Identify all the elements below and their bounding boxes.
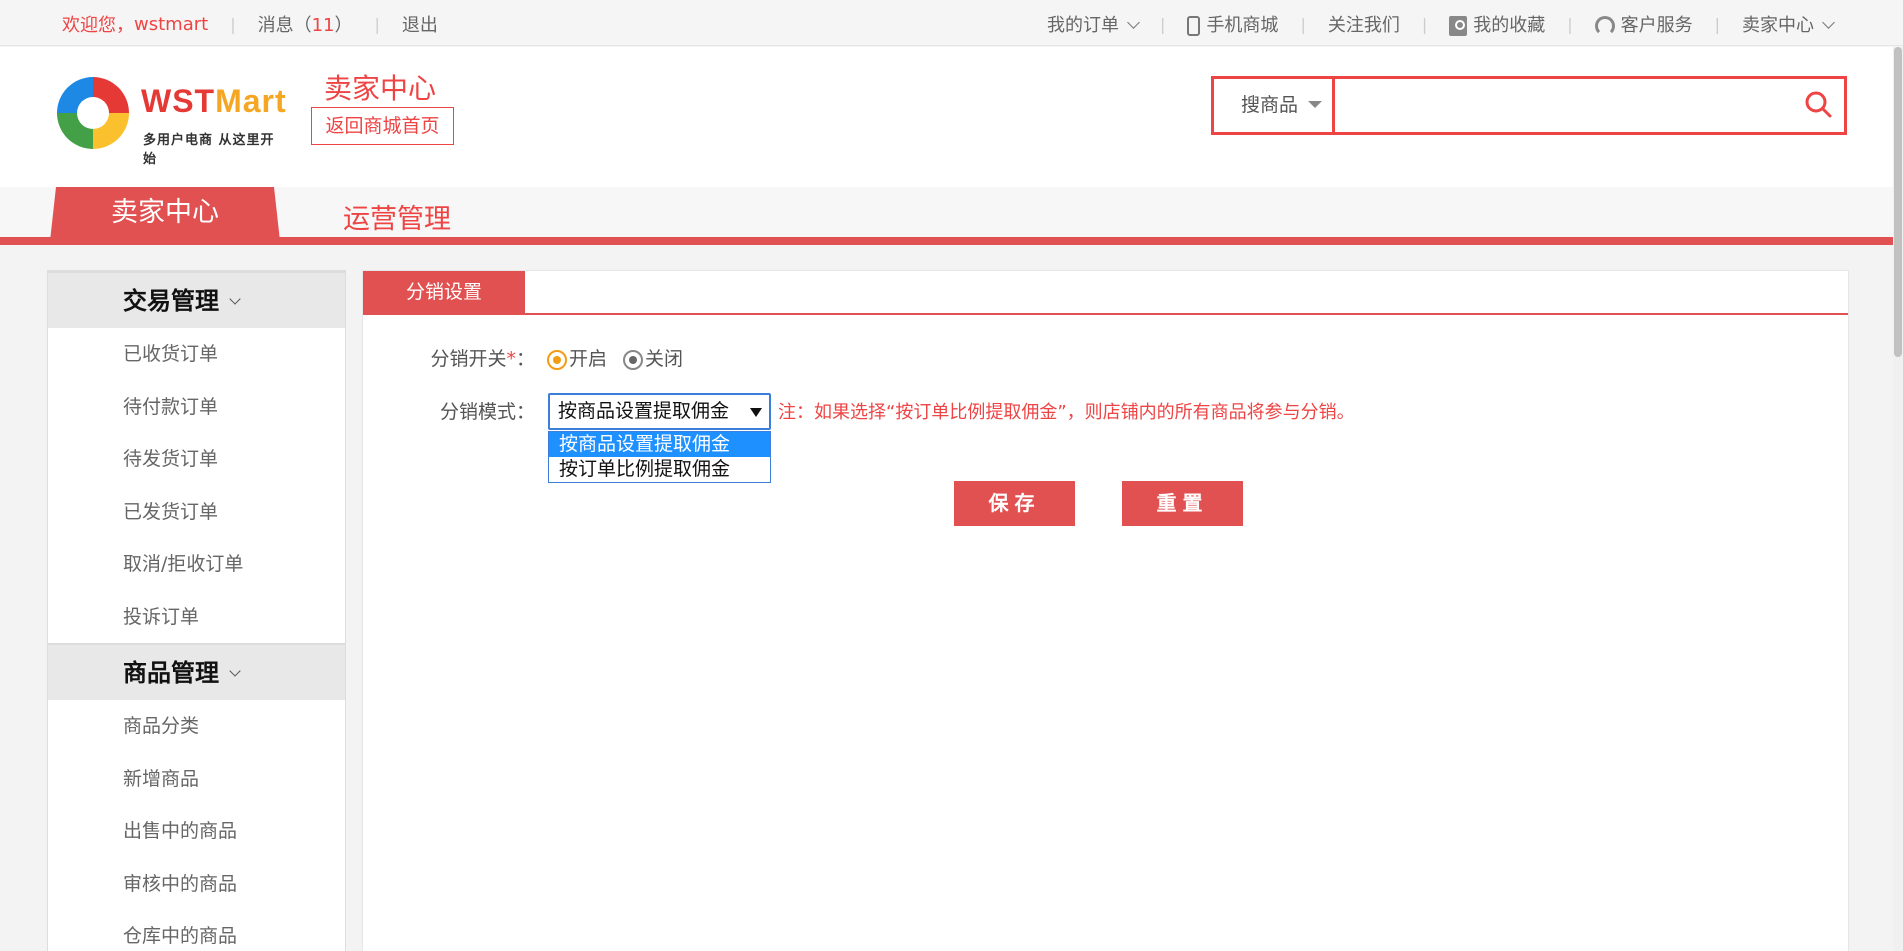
distribution-mode-row: 分销模式：	[370, 397, 535, 424]
mode-dropdown-list: 按商品设置提取佣金 按订单比例提取佣金	[548, 431, 771, 483]
divider: |	[1421, 14, 1428, 34]
favorites-label: 我的收藏	[1473, 15, 1546, 36]
sidebar-item-pending-shipment[interactable]: 待发货订单	[48, 433, 345, 486]
sidebar: 交易管理 已收货订单 待付款订单 待发货订单 已发货订单 取消/拒收订单 投诉订…	[47, 270, 346, 951]
username-link[interactable]: wstmart	[134, 14, 208, 35]
messages-link[interactable]: 消息（11）	[258, 11, 353, 37]
my-orders-label: 我的订单	[1047, 15, 1120, 36]
logo-name-right: Mart	[215, 83, 287, 119]
search-box: 搜商品	[1211, 76, 1847, 135]
sidebar-group-label: 交易管理	[123, 287, 219, 315]
messages-count: 11	[311, 15, 335, 36]
distribution-settings-panel: 分销设置	[362, 270, 1849, 951]
favorites-icon	[1449, 16, 1468, 36]
favorites-link[interactable]: 我的收藏	[1449, 11, 1545, 37]
customer-service-label: 客户服务	[1620, 15, 1693, 36]
welcome-text: 欢迎您，	[62, 15, 134, 36]
dropdown-arrow-icon	[750, 408, 762, 423]
radio-open[interactable]: 开启	[547, 344, 607, 371]
divider: |	[374, 14, 380, 34]
mobile-mall-label: 手机商城	[1206, 15, 1279, 36]
sidebar-item-goods-category[interactable]: 商品分类	[48, 700, 345, 753]
divider: |	[1160, 14, 1166, 34]
reset-button[interactable]: 重置	[1122, 481, 1243, 526]
radio-icon	[623, 349, 644, 370]
mode-note: 注：如果选择“按订单比例提取佣金”，则店铺内的所有商品将参与分销。	[778, 402, 1355, 423]
logo-slogan: 多用户电商 从这里开始	[143, 133, 275, 167]
messages-close: ）	[334, 15, 353, 36]
search-icon[interactable]	[1804, 90, 1832, 118]
panel-tab-row: 分销设置	[363, 271, 1848, 315]
sidebar-group-trade[interactable]: 交易管理	[48, 271, 345, 328]
logo-name: WSTMart	[141, 83, 287, 120]
top-bar-right: 我的订单 | 手机商城 | 关注我们 | 我的收藏 | 客户服务 | 卖家中心	[1047, 11, 1835, 37]
sidebar-item-complaint-orders[interactable]: 投诉订单	[48, 591, 345, 644]
logo-mark-icon	[57, 77, 129, 149]
search-input[interactable]	[1338, 79, 1788, 132]
switch-colon: ：	[515, 348, 535, 370]
radio-checked-icon	[547, 349, 567, 370]
divider: |	[1567, 14, 1573, 34]
back-home-button[interactable]: 返回商城首页	[311, 107, 454, 145]
sidebar-item-pending-payment[interactable]: 待付款订单	[48, 381, 345, 434]
site-logo[interactable]: WSTMart 多用户电商 从这里开始	[57, 77, 287, 167]
mode-select[interactable]: 按商品设置提取佣金	[548, 393, 771, 430]
mode-option[interactable]: 按商品设置提取佣金	[549, 432, 770, 457]
sidebar-item-add-goods[interactable]: 新增商品	[48, 753, 345, 806]
logo-name-left: WST	[141, 83, 216, 119]
mode-option[interactable]: 按订单比例提取佣金	[549, 457, 770, 482]
divider: |	[1300, 14, 1306, 34]
top-bar-left: 欢迎您， wstmart | 消息（11） | 退出	[62, 11, 438, 37]
switch-label-text: 分销开关	[430, 348, 507, 370]
sidebar-item-goods-in-warehouse[interactable]: 仓库中的商品	[48, 910, 345, 951]
divider: |	[230, 14, 236, 34]
chevron-down-icon	[1822, 16, 1835, 29]
chevron-down-icon	[229, 665, 241, 677]
page-scrollbar[interactable]	[1893, 47, 1903, 951]
seller-center-label: 卖家中心	[1742, 15, 1814, 36]
sidebar-item-goods-in-review[interactable]: 审核中的商品	[48, 858, 345, 911]
customer-service-link[interactable]: 客户服务	[1594, 11, 1693, 37]
top-bar: 欢迎您， wstmart | 消息（11） | 退出 我的订单 | 手机商城 |…	[0, 0, 1903, 46]
main-nav: 卖家中心 运营管理	[0, 187, 1893, 245]
chevron-down-icon	[229, 293, 241, 305]
phone-icon	[1187, 16, 1201, 36]
mode-select-value: 按商品设置提取佣金	[558, 400, 730, 422]
radio-close-label: 关闭	[645, 348, 684, 370]
chevron-down-icon	[1127, 16, 1140, 29]
my-orders-menu[interactable]: 我的订单	[1047, 11, 1140, 37]
radio-open-label: 开启	[569, 348, 608, 370]
radio-close[interactable]: 关闭	[623, 344, 683, 371]
tab-distribution-settings[interactable]: 分销设置	[363, 271, 525, 314]
sidebar-item-cancelled-orders[interactable]: 取消/拒收订单	[48, 538, 345, 591]
messages-label: 消息（	[257, 15, 312, 36]
nav-underline	[0, 237, 1893, 245]
follow-us-link[interactable]: 关注我们	[1328, 11, 1400, 37]
scrollbar-thumb[interactable]	[1894, 47, 1902, 357]
sidebar-group-label: 商品管理	[123, 659, 219, 687]
mobile-mall-link[interactable]: 手机商城	[1187, 11, 1278, 37]
save-button[interactable]: 保存	[954, 481, 1075, 526]
seller-center-menu[interactable]: 卖家中心	[1742, 11, 1835, 37]
headset-icon	[1594, 16, 1615, 36]
tab-seller-center[interactable]: 卖家中心	[50, 187, 280, 241]
seller-center-title: 卖家中心	[324, 72, 437, 105]
header: WSTMart 多用户电商 从这里开始 卖家中心 返回商城首页 搜商品	[0, 47, 1903, 187]
sidebar-item-shipped-orders[interactable]: 已发货订单	[48, 486, 345, 539]
logout-link[interactable]: 退出	[402, 11, 438, 37]
sidebar-item-goods-on-sale[interactable]: 出售中的商品	[48, 805, 345, 858]
sidebar-item-received-orders[interactable]: 已收货订单	[48, 328, 345, 381]
required-mark: *	[506, 348, 516, 370]
sidebar-group-goods[interactable]: 商品管理	[48, 643, 345, 700]
distribution-switch-row: 分销开关*： 开启 关闭	[370, 344, 683, 371]
switch-label: 分销开关*：	[370, 344, 535, 371]
search-category-select[interactable]: 搜商品	[1214, 79, 1335, 132]
divider: |	[1714, 14, 1720, 34]
mode-label: 分销模式：	[439, 401, 535, 423]
tab-operations[interactable]: 运营管理	[343, 197, 451, 236]
